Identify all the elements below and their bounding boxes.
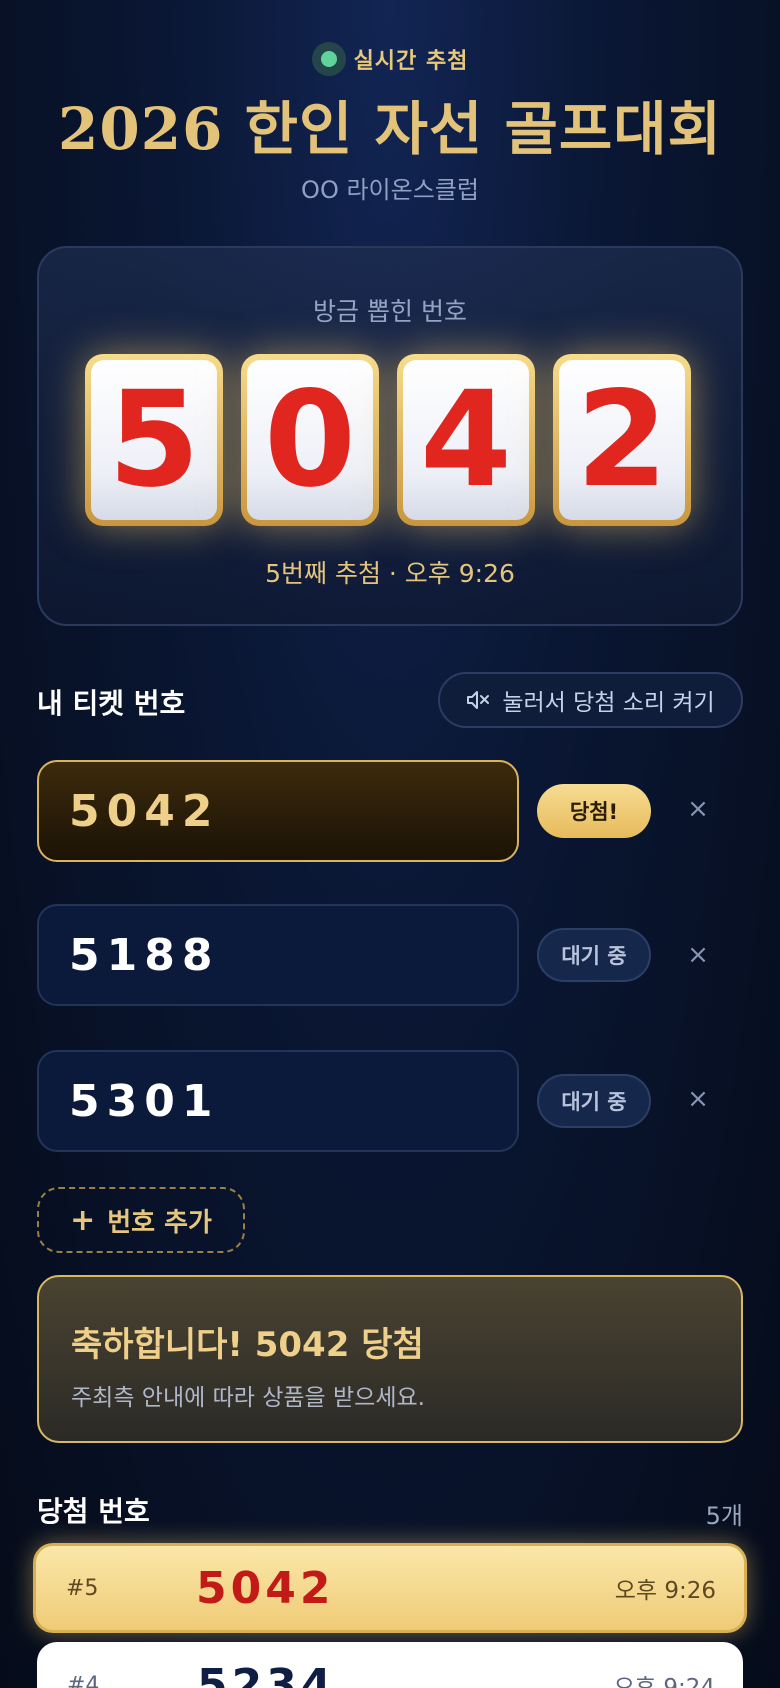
result-number: 5234 (197, 1659, 336, 1688)
list-item: #4 5234 오후 9:24 (37, 1642, 743, 1688)
sound-toggle-button[interactable]: 눌러서 당첨 소리 켜기 (438, 672, 743, 728)
close-icon[interactable]: × (684, 1084, 712, 1114)
close-icon[interactable]: × (684, 940, 712, 970)
lottery-page: 실시간 추첨 2026 한인 자선 골프대회 OO 라이온스클럽 방금 뽑힌 번… (0, 0, 780, 1688)
page-title: 2026 한인 자선 골프대회 (58, 95, 722, 163)
drawn-digits: 5 0 4 2 (85, 354, 691, 526)
list-item: #5 5042 오후 9:26 (33, 1543, 747, 1633)
page-subtitle: OO 라이온스클럽 (301, 176, 479, 204)
live-label: 실시간 추첨 (353, 49, 469, 74)
digit-value: 5 (91, 360, 217, 520)
digit-value: 4 (403, 360, 529, 520)
my-tickets-title: 내 티켓 번호 (37, 687, 186, 720)
draw-meta: 5번째 추첨 · 오후 9:26 (265, 559, 515, 588)
digit-tile: 5 (85, 354, 223, 526)
digit-tile: 0 (241, 354, 379, 526)
add-number-button[interactable]: + 번호 추가 (37, 1187, 245, 1253)
winning-count: 5개 (705, 1502, 743, 1530)
digit-tile: 4 (397, 354, 535, 526)
congrats-banner: 축하합니다! 5042 당첨 주최측 안내에 따라 상품을 받으세요. (37, 1275, 743, 1443)
result-time: 오후 9:24 (613, 1675, 715, 1688)
digit-value: 2 (559, 360, 685, 520)
status-badge: 대기 중 (537, 1074, 651, 1128)
result-time: 오후 9:26 (614, 1578, 716, 1604)
status-badge: 대기 중 (537, 928, 651, 982)
result-index: #4 (67, 1672, 100, 1688)
result-number: 5042 (196, 1562, 335, 1614)
digit-tile: 2 (553, 354, 691, 526)
current-draw-card: 방금 뽑힌 번호 5 0 4 2 5번째 추첨 · 오후 9:26 (37, 246, 743, 626)
winning-numbers-title: 당첨 번호 (37, 1495, 150, 1528)
ticket-number-field[interactable]: 5301 (37, 1050, 519, 1152)
ticket-number-field[interactable]: 5188 (37, 904, 519, 1006)
close-icon[interactable]: × (684, 794, 712, 824)
live-indicator: 실시간 추첨 (0, 42, 780, 76)
digit-value: 0 (247, 360, 373, 520)
draw-label: 방금 뽑힌 번호 (313, 297, 467, 326)
sound-toggle-label: 눌러서 당첨 소리 켜기 (502, 690, 715, 716)
congrats-title: 축하합니다! 5042 당첨 (71, 1325, 424, 1365)
congrats-subtitle: 주최측 안내에 따라 상품을 받으세요. (71, 1385, 425, 1411)
ticket-number-field[interactable]: 5042 (37, 760, 519, 862)
speaker-muted-icon (467, 691, 490, 709)
status-badge: 당첨! (537, 784, 651, 838)
plus-icon: + (70, 1202, 96, 1238)
result-index: #5 (66, 1575, 99, 1601)
add-number-label: 번호 추가 (107, 1207, 212, 1238)
live-dot-icon (311, 42, 346, 76)
